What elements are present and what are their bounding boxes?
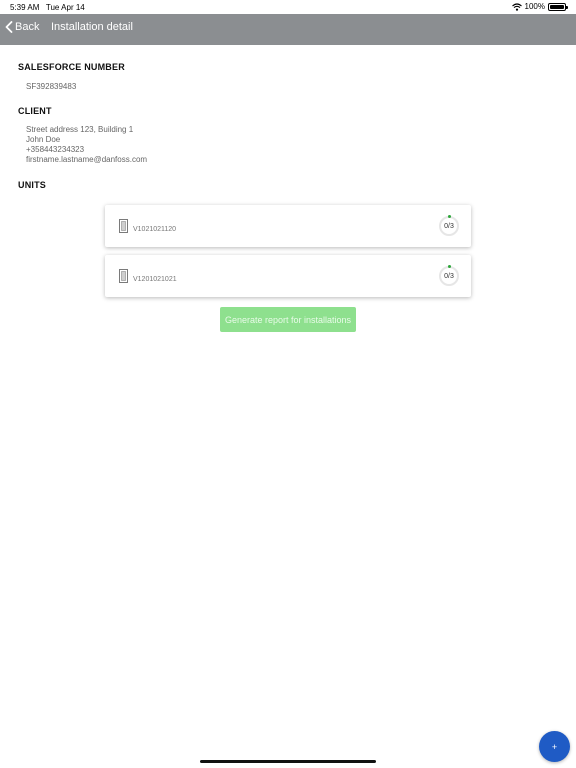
client-heading: CLIENT <box>18 106 52 116</box>
status-bar: 5:39 AM Tue Apr 14 100% <box>0 0 576 14</box>
unit-progress: 0/3 <box>439 215 459 236</box>
client-email: firstname.lastname@danfoss.com <box>26 155 148 164</box>
battery-icon <box>548 2 568 11</box>
progress-text: 0/3 <box>444 222 454 230</box>
units-heading: UNITS <box>18 180 46 190</box>
status-time: 5:39 AM Tue Apr 14 <box>10 3 85 12</box>
page-title: Installation detail <box>51 21 133 33</box>
back-chevron-icon <box>5 21 13 33</box>
salesforce-heading: SALESFORCE NUMBER <box>18 62 125 72</box>
unit-card[interactable]: V1201021021 0/3 <box>105 255 471 297</box>
status-date: Tue Apr 14 <box>45 3 85 12</box>
battery-percent: 100% <box>524 2 545 11</box>
progress-text: 0/3 <box>444 272 454 280</box>
door-unit-icon <box>119 269 128 283</box>
client-phone: +358443234323 <box>26 145 85 154</box>
salesforce-number: SF392839483 <box>26 82 77 91</box>
status-clock: 5:39 AM <box>10 3 40 12</box>
unit-id: V1021021120 <box>133 226 177 233</box>
add-fab-button[interactable]: + <box>539 731 570 762</box>
back-button[interactable]: Back <box>5 21 39 33</box>
unit-progress: 0/3 <box>439 265 459 286</box>
back-label: Back <box>15 21 40 33</box>
progress-dot <box>447 215 451 218</box>
status-right: 100% <box>511 2 568 11</box>
home-indicator <box>200 760 376 763</box>
client-name: John Doe <box>26 135 61 144</box>
door-unit-icon <box>119 219 128 233</box>
client-address: Street address 123, Building 1 <box>26 125 134 134</box>
unit-card[interactable]: V1021021120 0/3 <box>105 205 471 247</box>
generate-report-button[interactable]: Generate report for installations <box>220 307 356 332</box>
navbar: Back Installation detail <box>0 14 576 45</box>
unit-id: V1201021021 <box>133 276 177 283</box>
wifi-icon <box>511 2 522 11</box>
progress-dot <box>447 265 451 268</box>
